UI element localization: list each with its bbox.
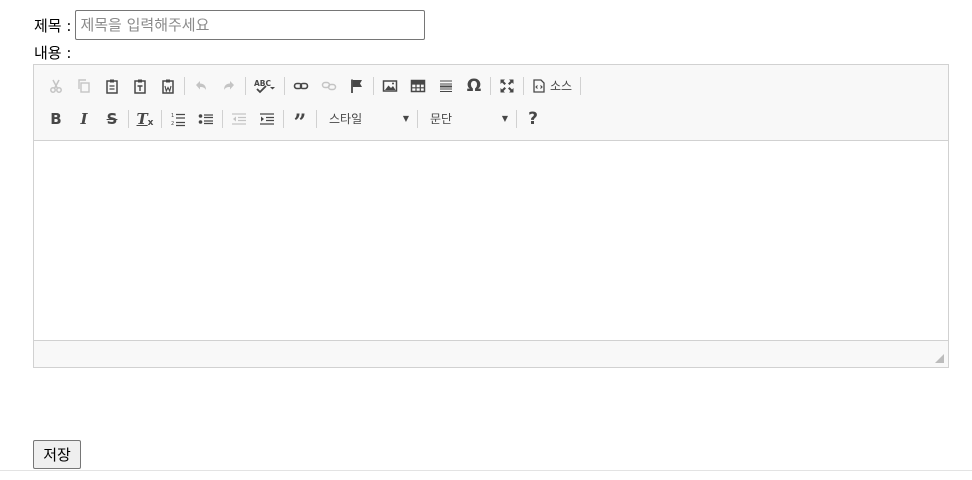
toolbar-separator [580, 76, 582, 95]
paste-icon[interactable] [98, 73, 126, 99]
help-icon[interactable]: ? [519, 106, 547, 132]
toolbar-separator [161, 109, 162, 128]
title-label: 제목 : [34, 16, 72, 35]
anchor-flag-icon[interactable] [343, 73, 371, 99]
toolbar-separator [283, 109, 284, 128]
spellcheck-icon[interactable]: ABC [248, 73, 282, 99]
title-row: 제목 : [34, 10, 426, 40]
format-dropdown-label: 문단 [430, 112, 453, 126]
toolbar-separator [316, 109, 317, 128]
bold-icon[interactable]: B [42, 106, 70, 132]
source-icon [533, 78, 545, 93]
toolbar-separator [184, 76, 185, 95]
italic-icon[interactable]: I [70, 106, 98, 132]
toolbar-row-2: B I S Tx 12 ” 스타일 ▼ 문단 ▼ ? [42, 102, 948, 136]
toolbar-separator [128, 109, 129, 128]
style-dropdown[interactable]: 스타일 ▼ [319, 106, 415, 132]
format-dropdown[interactable]: 문단 ▼ [420, 106, 514, 132]
page-divider [0, 470, 972, 471]
resize-handle-icon[interactable] [935, 354, 944, 363]
toolbar-separator [516, 109, 517, 128]
numbered-list-icon[interactable]: 12 [164, 106, 192, 132]
link-icon[interactable] [287, 73, 315, 99]
content-label: 내용 : [34, 44, 72, 62]
paste-text-icon[interactable] [126, 73, 154, 99]
bullet-list-icon[interactable] [192, 106, 220, 132]
source-button[interactable]: 소스 [526, 73, 578, 99]
toolbar-separator [222, 109, 223, 128]
editor-toolbar: ABC Ω 소스 B I S T x 1 2 ” 스타일 ▼ 문단 ▼ ? [34, 65, 948, 141]
special-char-icon[interactable]: Ω [460, 73, 488, 99]
rich-text-editor: ABC Ω 소스 B I S T x 1 2 ” 스타일 ▼ 문단 ▼ ? [33, 64, 949, 368]
toolbar-separator [417, 109, 418, 128]
blockquote-icon[interactable]: ” [286, 106, 314, 136]
toolbar-separator [523, 76, 524, 95]
cut-icon[interactable] [42, 73, 70, 99]
chevron-down-icon: ▼ [402, 114, 409, 123]
toolbar-separator [245, 76, 246, 95]
maximize-icon[interactable] [493, 73, 521, 99]
editor-content-area[interactable] [34, 141, 948, 341]
svg-text:ABC: ABC [254, 79, 272, 88]
title-input[interactable] [75, 10, 426, 40]
style-dropdown-label: 스타일 [329, 112, 363, 126]
remove-format-icon[interactable]: Tx [131, 106, 159, 132]
svg-text:1: 1 [171, 113, 174, 119]
image-icon[interactable] [376, 73, 404, 99]
horizontal-line-icon[interactable] [432, 73, 460, 99]
toolbar-separator [373, 76, 374, 95]
decrease-indent-icon[interactable] [225, 106, 253, 132]
editor-status-bar [34, 341, 948, 367]
toolbar-separator [284, 76, 285, 95]
svg-text:2: 2 [171, 121, 174, 127]
chevron-down-icon: ▼ [501, 114, 508, 123]
unlink-icon[interactable] [315, 73, 343, 99]
toolbar-separator [490, 76, 491, 95]
toolbar-row-1: ABC Ω 소스 [42, 69, 948, 102]
strikethrough-icon[interactable]: S [98, 106, 126, 132]
copy-icon[interactable] [70, 73, 98, 99]
redo-icon[interactable] [215, 73, 243, 99]
paste-word-icon[interactable] [154, 73, 182, 99]
save-button[interactable]: 저장 [33, 440, 81, 469]
increase-indent-icon[interactable] [253, 106, 281, 132]
undo-icon[interactable] [187, 73, 215, 99]
table-icon[interactable] [404, 73, 432, 99]
source-label: 소스 [550, 79, 573, 93]
